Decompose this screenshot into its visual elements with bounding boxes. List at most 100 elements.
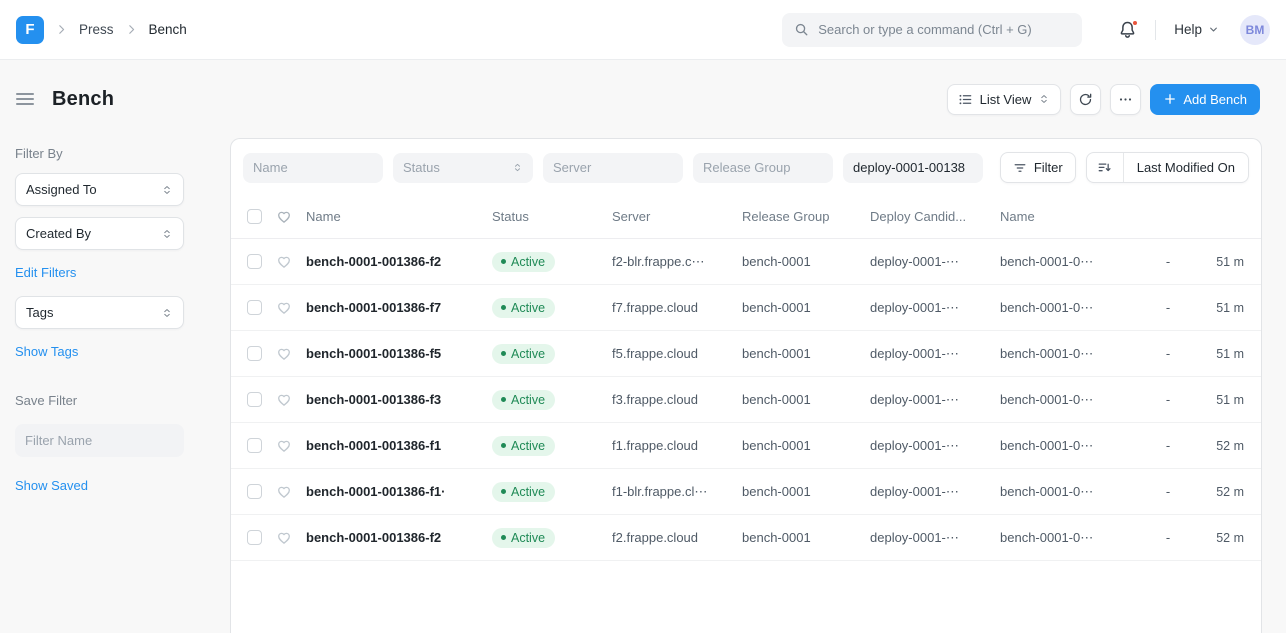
favorite-icon[interactable]	[276, 484, 292, 500]
status-filter-select[interactable]: Status	[393, 153, 533, 183]
assigned-to-select[interactable]: Assigned To	[15, 173, 184, 206]
row-checkbox[interactable]	[247, 438, 262, 453]
created-by-label: Created By	[26, 226, 91, 241]
bench-name-cell: bench-0001-001386-f5	[306, 346, 478, 361]
nav-divider	[1155, 20, 1156, 40]
release-group-cell: bench-0001	[742, 300, 856, 315]
select-chevrons-icon	[161, 184, 173, 196]
server-cell: f5.frappe.cloud	[612, 346, 728, 361]
more-options-button[interactable]	[1110, 84, 1141, 115]
status-cell: Active	[492, 298, 598, 318]
row-checkbox[interactable]	[247, 254, 262, 269]
table-row[interactable]: bench-0001-001386-f5 Active f5.frappe.cl…	[231, 331, 1261, 377]
row-checkbox[interactable]	[247, 392, 262, 407]
breadcrumb-item-bench[interactable]: Bench	[149, 22, 187, 37]
created-by-select[interactable]: Created By	[15, 217, 184, 250]
deploy-candidate-cell: deploy-0001-⋯	[870, 300, 986, 316]
row-checkbox[interactable]	[247, 530, 262, 545]
row-checkbox[interactable]	[247, 346, 262, 361]
status-label: Active	[511, 439, 545, 453]
name-filter-input[interactable]	[253, 160, 373, 175]
favorite-icon[interactable]	[276, 438, 292, 454]
select-all-checkbox[interactable]	[247, 209, 262, 224]
release-group-filter-pill[interactable]	[693, 153, 833, 183]
plus-icon	[1163, 92, 1177, 106]
status-badge: Active	[492, 436, 555, 456]
sort-direction-button[interactable]	[1087, 153, 1124, 182]
refresh-button[interactable]	[1070, 84, 1101, 115]
column-header-server[interactable]: Server	[612, 209, 728, 224]
status-cell: Active	[492, 436, 598, 456]
status-cell: Active	[492, 528, 598, 548]
table-row[interactable]: bench-0001-001386-f1· Active f1-blr.frap…	[231, 469, 1261, 515]
column-header-deploy-candidate[interactable]: Deploy Candid...	[870, 209, 986, 224]
column-header-release-group[interactable]: Release Group	[742, 209, 856, 224]
tags-select[interactable]: Tags	[15, 296, 184, 329]
status-label: Active	[511, 485, 545, 499]
show-saved-link[interactable]: Show Saved	[15, 478, 88, 493]
status-badge: Active	[492, 298, 555, 318]
favorite-icon[interactable]	[276, 254, 292, 270]
status-dot-icon	[501, 535, 506, 540]
search-input[interactable]	[818, 22, 1070, 37]
bench-title-cell: bench-0001-0⋯	[1000, 254, 1130, 270]
favorite-icon[interactable]	[276, 300, 292, 316]
top-nav: F Press Bench Help BM	[0, 0, 1286, 60]
sidebar-toggle-icon[interactable]	[16, 91, 34, 107]
select-chevrons-icon	[512, 162, 523, 173]
release-group-filter-input[interactable]	[703, 160, 823, 175]
server-filter-pill[interactable]	[543, 153, 683, 183]
favorite-icon[interactable]	[276, 530, 292, 546]
command-search[interactable]	[782, 13, 1082, 47]
favorite-icon[interactable]	[276, 346, 292, 362]
empty-value-cell: -	[1158, 484, 1178, 499]
frappe-logo[interactable]: F	[16, 16, 44, 44]
column-header-name[interactable]: Name	[306, 209, 478, 224]
table-row[interactable]: bench-0001-001386-f2 Active f2-blr.frapp…	[231, 239, 1261, 285]
comments-cell: 0	[1258, 530, 1261, 546]
table-row[interactable]: bench-0001-001386-f1 Active f1.frappe.cl…	[231, 423, 1261, 469]
breadcrumb-item-press[interactable]: Press	[79, 22, 114, 37]
view-switcher-button[interactable]: List View	[947, 84, 1062, 115]
server-filter-input[interactable]	[553, 160, 673, 175]
filter-sidebar: Filter By Assigned To Created By Edit Fi…	[0, 138, 230, 633]
row-checkbox[interactable]	[247, 300, 262, 315]
add-bench-label: Add Bench	[1183, 92, 1247, 107]
table-row[interactable]: bench-0001-001386-f3 Active f3.frappe.cl…	[231, 377, 1261, 423]
bench-name-cell: bench-0001-001386-f1·	[306, 484, 478, 499]
deploy-candidate-filter-pill[interactable]	[843, 153, 983, 183]
deploy-candidate-cell: deploy-0001-⋯	[870, 530, 986, 546]
bench-name-cell: bench-0001-001386-f1	[306, 438, 478, 453]
sort-descending-icon	[1097, 160, 1112, 175]
help-menu[interactable]: Help	[1174, 22, 1220, 37]
bench-title-cell: bench-0001-0⋯	[1000, 530, 1130, 546]
name-filter-pill[interactable]	[243, 153, 383, 183]
column-header-name2[interactable]: Name	[1000, 209, 1130, 224]
status-badge: Active	[492, 252, 555, 272]
bench-title-cell: bench-0001-0⋯	[1000, 300, 1130, 316]
favorite-icon[interactable]	[276, 392, 292, 408]
tags-label: Tags	[26, 305, 53, 320]
user-avatar[interactable]: BM	[1240, 15, 1270, 45]
table-row[interactable]: bench-0001-001386-f2 Active f2.frappe.cl…	[231, 515, 1261, 561]
table-header-row: Name Status Server Release Group Deploy …	[231, 195, 1261, 239]
empty-value-cell: -	[1158, 392, 1178, 407]
show-tags-link[interactable]: Show Tags	[15, 344, 78, 359]
refresh-icon	[1078, 92, 1093, 107]
add-bench-button[interactable]: Add Bench	[1150, 84, 1260, 115]
deploy-candidate-filter-input[interactable]	[853, 160, 973, 175]
save-filter-label: Save Filter	[15, 393, 230, 408]
filter-button[interactable]: Filter	[1000, 152, 1076, 183]
edit-filters-link[interactable]: Edit Filters	[15, 265, 76, 280]
filter-name-input[interactable]	[15, 424, 184, 457]
notifications-button[interactable]	[1118, 20, 1137, 39]
list-view-icon	[958, 92, 973, 107]
server-cell: f1-blr.frappe.cl⋯	[612, 484, 728, 500]
status-dot-icon	[501, 351, 506, 356]
sort-field-button[interactable]: Last Modified On	[1124, 153, 1248, 182]
deploy-candidate-cell: deploy-0001-⋯	[870, 392, 986, 408]
column-header-status[interactable]: Status	[492, 209, 598, 224]
deploy-candidate-cell: deploy-0001-⋯	[870, 484, 986, 500]
row-checkbox[interactable]	[247, 484, 262, 499]
table-row[interactable]: bench-0001-001386-f7 Active f7.frappe.cl…	[231, 285, 1261, 331]
